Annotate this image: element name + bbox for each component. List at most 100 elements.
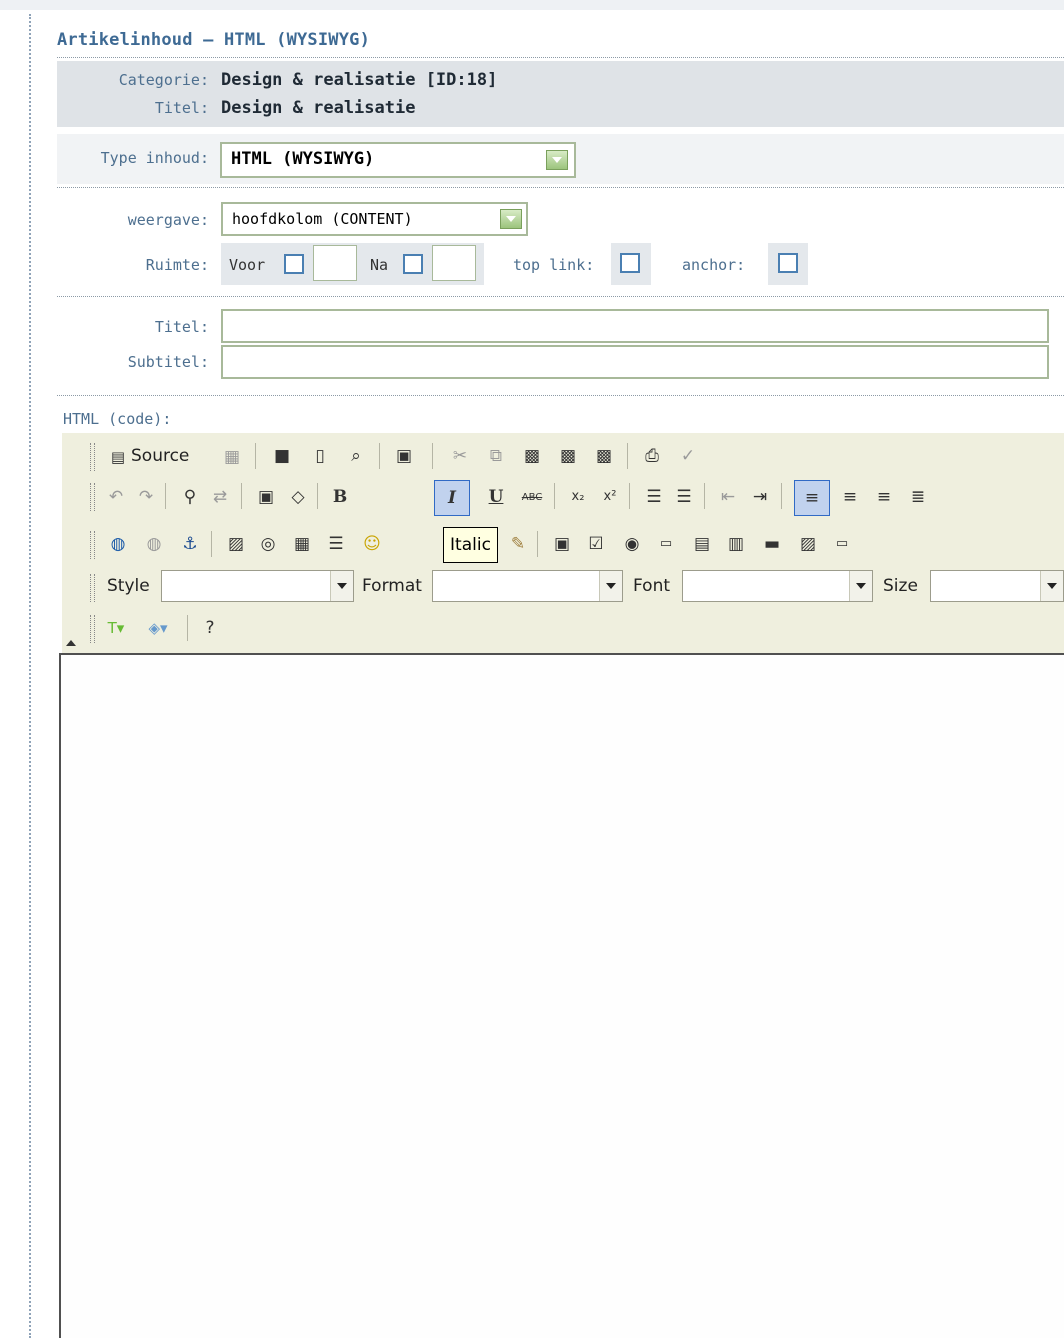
remove-format-icon[interactable]: ◇ xyxy=(287,486,309,508)
source-icon[interactable]: ▤ xyxy=(107,446,129,468)
unlink-icon[interactable]: ◍ xyxy=(143,533,165,555)
save-icon[interactable]: ■ xyxy=(271,445,293,467)
page-title: Artikelinhoud — HTML (WYSIWYG) xyxy=(57,30,371,50)
anchor-checkbox[interactable] xyxy=(778,253,798,273)
radio-icon[interactable]: ◉ xyxy=(621,533,643,555)
subtitle-input[interactable] xyxy=(221,345,1049,379)
templates-icon[interactable]: ▣ xyxy=(393,445,415,467)
table-icon[interactable]: ▦ xyxy=(291,533,313,555)
numbered-list-icon[interactable]: ☰ xyxy=(643,486,665,508)
divider xyxy=(57,57,1064,58)
info-box: Categorie: Design & realisatie [ID:18] T… xyxy=(57,61,1064,127)
form-icon[interactable]: ▣ xyxy=(551,533,573,555)
indent-icon[interactable]: ⇥ xyxy=(749,486,771,508)
toolbar-grip xyxy=(90,574,95,602)
paste-text-icon[interactable]: ▩ xyxy=(557,445,579,467)
before-input[interactable] xyxy=(313,245,357,281)
size-select[interactable] xyxy=(930,570,1064,602)
top-bar xyxy=(0,0,1064,10)
print-icon[interactable]: ⎙ xyxy=(641,445,663,467)
align-right-icon[interactable]: ≡ xyxy=(873,486,895,508)
superscript-icon[interactable]: x² xyxy=(599,486,621,508)
textarea-icon[interactable]: ▤ xyxy=(691,533,713,555)
paste-word-icon[interactable]: ▩ xyxy=(593,445,615,467)
separator xyxy=(554,483,555,509)
text-color-icon[interactable]: T▾ xyxy=(105,617,127,639)
subscript-icon[interactable]: x₂ xyxy=(567,486,589,508)
background-color-icon[interactable]: ◈▾ xyxy=(147,617,169,639)
separator xyxy=(165,483,166,509)
after-label: Na xyxy=(370,256,389,274)
bullet-list-icon[interactable]: ☰ xyxy=(673,486,695,508)
type-label: Type inhoud: xyxy=(100,149,209,167)
align-center-icon[interactable]: ≡ xyxy=(839,486,861,508)
left-dotted-border xyxy=(29,14,31,1338)
redo-icon[interactable]: ↷ xyxy=(135,486,157,508)
type-select-value: HTML (WYSIWYG) xyxy=(231,149,375,169)
hidden-field-icon[interactable]: ▭ xyxy=(831,533,853,555)
collapse-toolbar-icon[interactable] xyxy=(66,640,76,646)
type-select[interactable]: HTML (WYSIWYG) xyxy=(220,142,576,178)
page-break-icon[interactable]: ✎ xyxy=(507,533,529,555)
format-label: Format xyxy=(362,576,422,596)
text-field-icon[interactable]: ▭ xyxy=(655,533,677,555)
about-icon[interactable]: ? xyxy=(199,617,221,639)
image-button-icon[interactable]: ▨ xyxy=(797,533,819,555)
divider xyxy=(57,296,1064,297)
font-select[interactable] xyxy=(682,570,873,602)
underline-icon[interactable]: U xyxy=(485,486,507,508)
chevron-down-icon[interactable] xyxy=(330,571,353,601)
editor-content-area[interactable] xyxy=(59,653,1064,1338)
chevron-down-icon[interactable] xyxy=(599,571,622,601)
image-icon[interactable]: ▨ xyxy=(225,533,247,555)
smiley-icon[interactable]: ☺ xyxy=(361,533,383,555)
spellcheck-icon[interactable]: ✓ xyxy=(677,445,699,467)
select-field-icon[interactable]: ▥ xyxy=(725,533,747,555)
chevron-down-icon[interactable] xyxy=(546,150,568,170)
undo-icon[interactable]: ↶ xyxy=(105,486,127,508)
separator xyxy=(432,443,433,469)
chevron-down-icon[interactable] xyxy=(1040,571,1063,601)
paste-icon[interactable]: ▩ xyxy=(521,445,543,467)
editor-toolbar: ▤ Source ▦ ■ ▯ ⌕ ▣ ✂ ⧉ ▩ ▩ ▩ ⎙ ✓ ↶ ↷ ⚲ ⇄… xyxy=(62,433,1064,653)
button-icon[interactable]: ▬ xyxy=(761,533,783,555)
chevron-down-icon[interactable] xyxy=(849,571,872,601)
preview-icon[interactable]: ⌕ xyxy=(345,445,367,467)
strikethrough-icon[interactable]: ABC xyxy=(519,487,545,509)
copy-icon[interactable]: ⧉ xyxy=(485,445,507,467)
flash-icon[interactable]: ◎ xyxy=(257,533,279,555)
italic-icon[interactable]: I xyxy=(441,487,463,509)
before-checkbox[interactable] xyxy=(284,254,304,274)
cut-icon[interactable]: ✂ xyxy=(449,445,471,467)
link-icon[interactable]: ◍ xyxy=(107,533,129,555)
separator xyxy=(317,483,318,509)
align-left-icon[interactable]: ≡ xyxy=(801,487,823,509)
checkbox-icon[interactable]: ☑ xyxy=(585,533,607,555)
anchor-icon[interactable]: ⚓ xyxy=(179,533,201,555)
toplink-checkbox[interactable] xyxy=(620,253,640,273)
toolbar-grip xyxy=(90,483,95,511)
bold-icon[interactable]: B xyxy=(329,486,351,508)
title-input[interactable] xyxy=(221,309,1049,343)
after-input[interactable] xyxy=(432,245,476,281)
align-justify-icon[interactable]: ≣ xyxy=(907,486,929,508)
title-value: Design & realisatie xyxy=(221,98,416,118)
find-icon[interactable]: ⚲ xyxy=(179,486,201,508)
style-select[interactable] xyxy=(161,570,354,602)
format-select[interactable] xyxy=(432,570,623,602)
after-checkbox[interactable] xyxy=(403,254,423,274)
display-select[interactable]: hoofdkolom (CONTENT) xyxy=(221,202,528,236)
new-page-icon[interactable]: ▯ xyxy=(309,445,331,467)
before-label: Voor xyxy=(229,256,266,274)
save-template-icon[interactable]: ▦ xyxy=(221,446,243,468)
separator xyxy=(241,483,242,509)
divider xyxy=(57,395,1064,396)
replace-icon[interactable]: ⇄ xyxy=(209,486,231,508)
source-button[interactable]: Source xyxy=(131,446,189,466)
chevron-down-icon[interactable] xyxy=(500,209,522,229)
select-all-icon[interactable]: ▣ xyxy=(255,486,277,508)
horizontal-rule-icon[interactable]: ☰ xyxy=(325,533,347,555)
display-label: weergave: xyxy=(127,211,209,229)
outdent-icon[interactable]: ⇤ xyxy=(717,486,739,508)
field-subtitle-label: Subtitel: xyxy=(127,353,209,371)
